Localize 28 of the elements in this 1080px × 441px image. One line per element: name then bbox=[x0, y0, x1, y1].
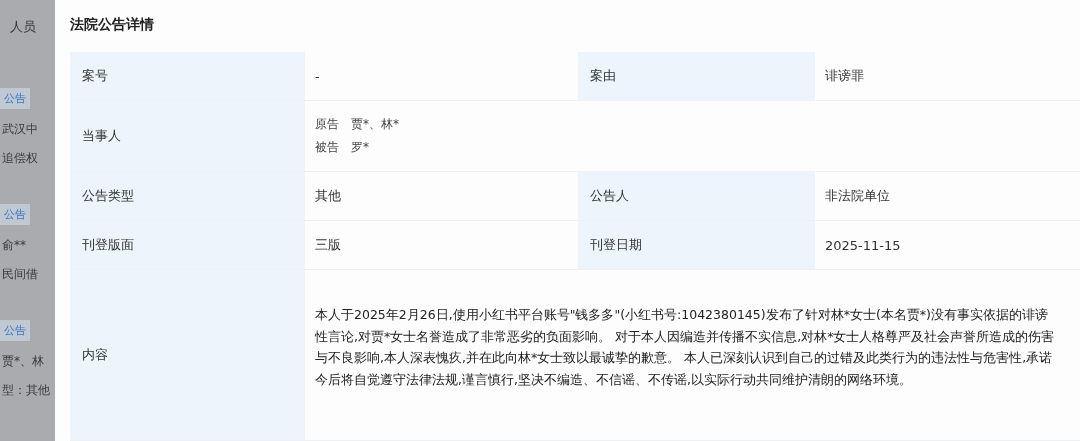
field-label: 刊登日期 bbox=[578, 221, 815, 269]
notice-tag: 公告 bbox=[0, 88, 30, 109]
list-text: 贾*、林 bbox=[1, 353, 45, 370]
list-text: 武汉中 bbox=[1, 121, 39, 138]
field-value: - bbox=[314, 67, 321, 86]
field-label: 当事人 bbox=[70, 101, 305, 171]
notice-tag: 公告 bbox=[0, 204, 30, 225]
column-header: 人员 bbox=[9, 18, 37, 36]
field-label: 刊登版面 bbox=[70, 221, 305, 269]
field-label: 公告人 bbox=[578, 172, 815, 220]
field-label: 案由 bbox=[578, 52, 815, 100]
field-value: 非法院单位 bbox=[824, 187, 891, 205]
field-value: 其他 bbox=[314, 187, 342, 205]
field-value: 2025-11-15 bbox=[824, 236, 902, 255]
dialog-title: 法院公告详情 bbox=[70, 16, 155, 34]
field-label: 内容 bbox=[70, 270, 305, 440]
notice-tag: 公告 bbox=[0, 320, 30, 341]
field-value: 三版 bbox=[314, 236, 342, 254]
notice-text: 本人于2025年2月26日,使用小红书平台账号"钱多多"(小红书号:1042380145)发布了针对林*女士(本名贾*)没有事实依据的诽谤性言论,对贾*女士名誉造成了非常恶劣的负面影响。 对于本人因编造并传播不实信息,对林*女士人格尊严及社会声誉所造成的伤害与不良影响,本人深表愧疚,并在此向林*女士致以最诚挚的歉意。 本人已深刻认识到自己的过错及此类行为的违法性与危害性,承诺今后将自觉遵守法律法规,谨言慎行,坚决不编造、不信谣、不传谣,以实际行动共同维护清朗的网络环境。 bbox=[314, 306, 1056, 389]
field-label: 案号 bbox=[70, 52, 305, 100]
list-text: 追偿权 bbox=[1, 150, 39, 167]
field-value: 诽谤罪 bbox=[824, 67, 865, 85]
party-entry: 被告 罗* bbox=[315, 139, 370, 156]
field-label: 公告类型 bbox=[70, 172, 305, 220]
list-text: 俞** bbox=[1, 237, 27, 254]
party-entry: 原告 贾*、林* bbox=[315, 116, 400, 133]
list-text: 型：其他 bbox=[1, 382, 51, 399]
list-text: 民间借 bbox=[1, 266, 39, 283]
